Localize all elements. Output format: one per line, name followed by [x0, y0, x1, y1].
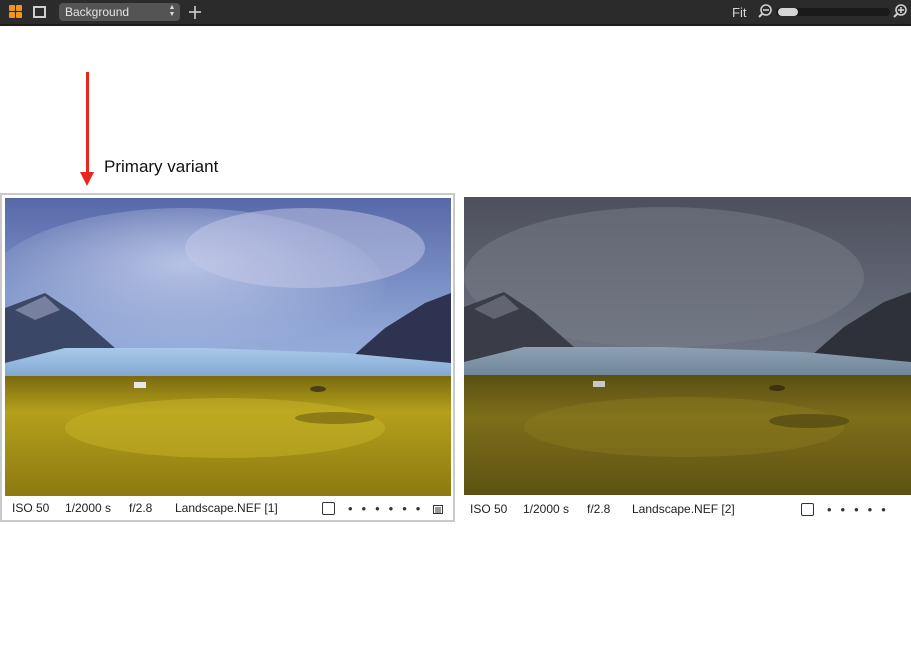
iso-value: ISO 50 [12, 501, 50, 515]
shutter-value: 1/2000 s [523, 502, 570, 516]
select-checkbox[interactable] [801, 503, 814, 516]
top-toolbar: Background ▲ ▼ Fit [0, 0, 911, 26]
filename: Landscape.NEF [2] [632, 502, 735, 516]
layer-select[interactable]: Background ▲ ▼ [59, 3, 180, 21]
variant-meta-bar: ISO 50 1/2000 s f/2.8 Landscape.NEF [2] … [463, 500, 911, 520]
zoom-slider-thumb[interactable] [778, 8, 798, 16]
single-view-icon[interactable] [33, 6, 46, 18]
rating-dots[interactable]: ••••• [827, 502, 895, 517]
zoom-out-icon[interactable] [758, 4, 772, 19]
aperture-value: f/2.8 [587, 502, 611, 516]
iso-value: ISO 50 [470, 502, 508, 516]
variant-image[interactable] [464, 197, 911, 495]
annotation-label: Primary variant [104, 157, 219, 176]
layer-select-label: Background [65, 5, 130, 19]
adjustment-badge-icon [433, 505, 443, 514]
variant-meta-bar: ISO 50 1/2000 s f/2.8 Landscape.NEF [1] … [2, 499, 453, 519]
rating-dots[interactable]: •••••• [348, 501, 429, 516]
select-arrows-icon: ▲ ▼ [168, 4, 176, 18]
zoom-in-icon[interactable] [893, 4, 907, 19]
shutter-value: 1/2000 s [65, 501, 112, 515]
aperture-value: f/2.8 [129, 501, 153, 515]
select-checkbox[interactable] [322, 502, 335, 515]
annotation-arrow [86, 72, 89, 174]
variant-image[interactable] [5, 198, 451, 496]
fit-button[interactable]: Fit [732, 5, 746, 20]
filename: Landscape.NEF [1] [175, 501, 278, 515]
grid-view-icon[interactable] [9, 5, 23, 19]
add-icon[interactable] [188, 4, 202, 20]
variant-card-secondary[interactable]: ISO 50 1/2000 s f/2.8 Landscape.NEF [2] … [463, 197, 911, 520]
variant-card-primary[interactable]: ISO 50 1/2000 s f/2.8 Landscape.NEF [1] … [0, 193, 455, 522]
annotation-arrow-head [80, 172, 94, 186]
